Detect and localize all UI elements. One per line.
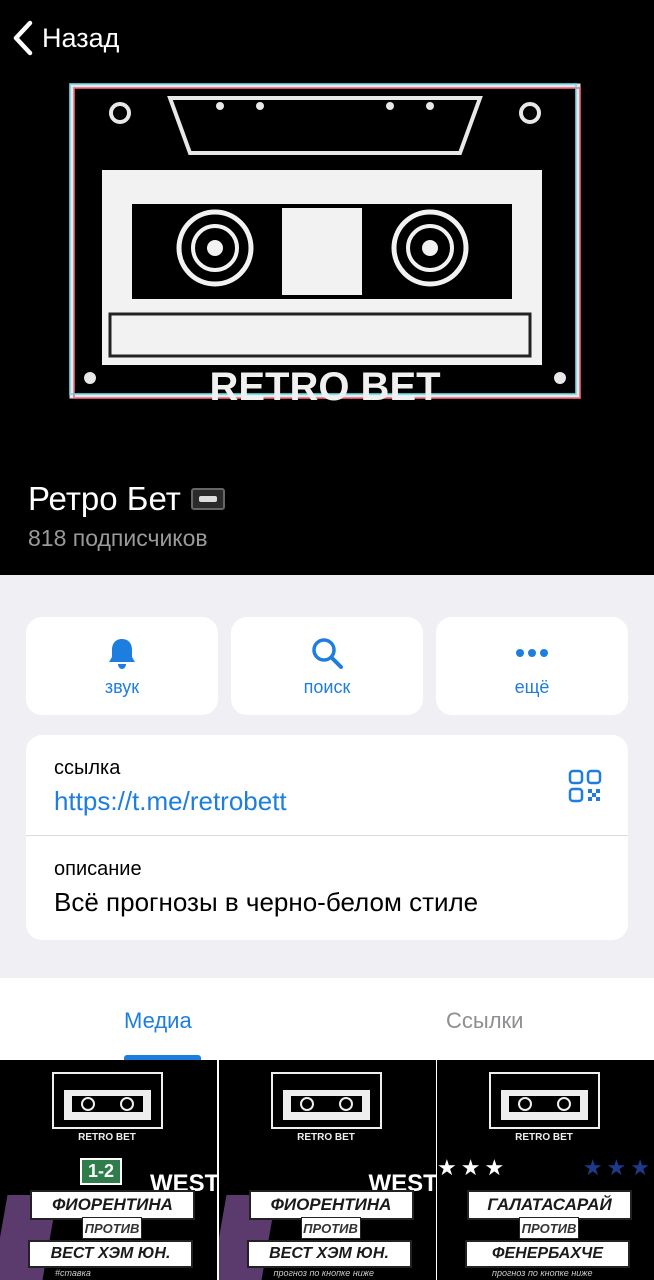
- description-text: Всё прогнозы в черно-белом стиле: [54, 887, 479, 917]
- media-item[interactable]: RETRO BET 1-2 WEST ФИОРЕНТИНА ПРОТИВ ВЕС…: [0, 1060, 217, 1280]
- channel-link[interactable]: https://t.me/retrobett: [54, 786, 287, 817]
- thumb-caption: прогноз по кнопке ниже: [492, 1268, 593, 1278]
- svg-text:RETRO BET: RETRO BET: [78, 1132, 136, 1143]
- vs-label: ПРОТИВ: [82, 1217, 142, 1239]
- team2-banner: ВЕСТ ХЭМ ЮН.: [246, 1240, 412, 1268]
- media-grid: RETRO BET 1-2 WEST ФИОРЕНТИНА ПРОТИВ ВЕС…: [0, 1060, 654, 1280]
- score-badge: 1-2: [80, 1158, 123, 1185]
- qr-code-icon[interactable]: [568, 769, 602, 803]
- svg-text:RETRO BET: RETRO BET: [515, 1132, 573, 1143]
- more-label: ещё: [514, 676, 550, 697]
- channel-info-card: ссылка https://t.me/retrobett описание В…: [26, 735, 628, 940]
- search-icon: [312, 637, 343, 669]
- channel-name: Ретро Бет: [28, 480, 225, 518]
- search-button[interactable]: поиск: [231, 617, 423, 715]
- thumb-caption: #ставка: [55, 1268, 91, 1278]
- cassette-logo-icon: RETRO BET: [270, 1072, 382, 1143]
- thumb-caption: прогноз по кнопке ниже: [273, 1268, 374, 1278]
- action-bar: звук поиск ещё: [26, 617, 628, 715]
- vs-label: ПРОТИВ: [519, 1217, 579, 1239]
- stars-decoration: ★★★: [582, 1155, 654, 1180]
- chevron-left-icon: [13, 20, 33, 56]
- subscriber-count: 818 подписчиков: [28, 525, 208, 551]
- more-button[interactable]: ещё: [436, 617, 628, 715]
- media-item[interactable]: RETRO BET WEST ФИОРЕНТИНА ПРОТИВ ВЕСТ ХЭ…: [218, 1060, 436, 1280]
- media-item[interactable]: RETRO BET ★★★ ★★★ ГАЛАТАСАРАЙ ПРОТИВ ФЕН…: [437, 1060, 654, 1280]
- tab-media[interactable]: Медиа: [124, 1008, 192, 1034]
- sound-label: звук: [104, 676, 140, 697]
- team2-banner: ВЕСТ ХЭМ ЮН.: [28, 1240, 193, 1268]
- cassette-logo-icon: RETRO BET: [489, 1072, 600, 1143]
- vhs-cassette-icon: [190, 488, 225, 510]
- channel-header: Назад RETRO BET Ретро Бет 818 подписчико…: [0, 0, 654, 575]
- svg-text:RETRO BET: RETRO BET: [297, 1132, 355, 1143]
- cover-text: RETRO BET: [209, 365, 440, 409]
- description-label: описание: [54, 858, 142, 880]
- sound-button[interactable]: звук: [26, 617, 218, 715]
- vs-label: ПРОТИВ: [300, 1217, 361, 1239]
- team2-banner: ФЕНЕРБАХЧЕ: [465, 1240, 630, 1268]
- description-row: описание Всё прогнозы в черно-белом стил…: [54, 858, 478, 918]
- back-button[interactable]: Назад: [10, 18, 119, 58]
- back-label: Назад: [42, 22, 120, 53]
- team1-banner: ФИОРЕНТИНА: [248, 1190, 414, 1220]
- more-icon: [516, 648, 548, 657]
- team1-banner: ГАЛАТАСАРАЙ: [467, 1190, 632, 1220]
- link-label: ссылка: [54, 757, 121, 779]
- team1-banner: ФИОРЕНТИНА: [30, 1190, 195, 1220]
- channel-title: Ретро Бет: [28, 480, 181, 517]
- search-label: поиск: [303, 676, 351, 697]
- link-row: ссылка https://t.me/retrobett: [26, 735, 628, 836]
- tab-links[interactable]: Ссылки: [446, 1008, 523, 1034]
- content-tabs: Медиа Ссылки: [0, 978, 654, 1060]
- bell-icon: [109, 638, 135, 669]
- channel-avatar-cassette: RETRO BET: [69, 83, 581, 409]
- cassette-logo-icon: RETRO BET: [52, 1072, 163, 1143]
- stars-decoration: ★★★: [437, 1155, 509, 1180]
